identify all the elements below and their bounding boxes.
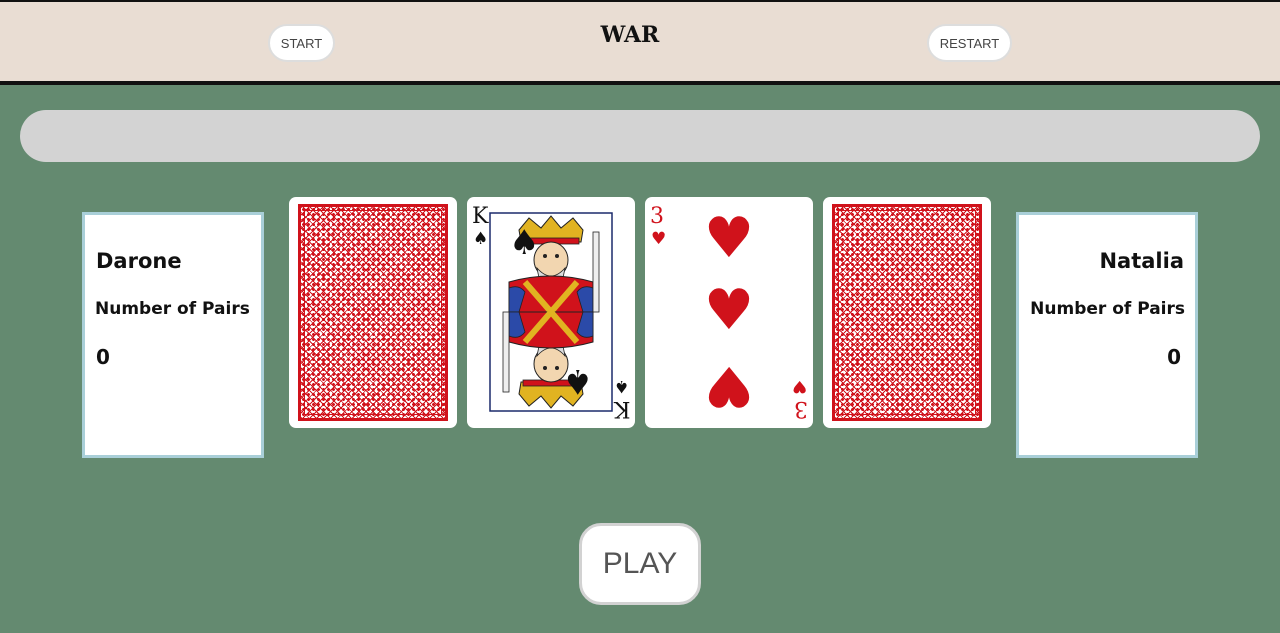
player-name: Darone (96, 249, 182, 273)
card-rank: K (613, 396, 630, 421)
card-rank: K (472, 204, 489, 229)
heart-pip-icon: ♥ (703, 206, 755, 271)
pairs-count: 0 (1167, 345, 1181, 369)
message-bar (20, 110, 1260, 162)
left-played-card-king-of-spades: K ♠ ♠ ♠ ♠ K (467, 197, 635, 428)
heart-pip-icon: ♥ (703, 353, 755, 418)
spade-icon: ♠ (473, 229, 489, 249)
heart-icon: ♥ (791, 376, 807, 396)
card-rank: 3 (650, 204, 664, 229)
right-deck-card-back[interactable] (823, 197, 991, 428)
heart-pip-icon: ♥ (703, 278, 755, 343)
right-played-card-three-of-hearts: 3 ♥ ♥ ♥ ♥ ♥ 3 (645, 197, 813, 428)
card-back-pattern (832, 204, 982, 421)
player-panel-right: Natalia Number of Pairs 0 (1016, 212, 1198, 458)
card-rank: 3 (794, 396, 808, 421)
card-back-pattern (298, 204, 448, 421)
svg-text:♠: ♠ (563, 361, 593, 401)
heart-icon: ♥ (651, 229, 667, 249)
king-face-illustration: ♠ ♠ (489, 212, 613, 412)
player-name: Natalia (1099, 249, 1184, 273)
restart-button[interactable]: RESTART (927, 24, 1012, 62)
spade-icon: ♠ (613, 376, 629, 396)
game-title: WAR (600, 22, 660, 48)
header-bar: START WAR RESTART (0, 0, 1280, 85)
left-deck-card-back[interactable] (289, 197, 457, 428)
svg-text:♠: ♠ (509, 223, 539, 263)
pairs-count: 0 (96, 345, 110, 369)
play-button[interactable]: PLAY (579, 523, 701, 605)
pairs-label: Number of Pairs (1030, 299, 1185, 319)
pairs-label: Number of Pairs (95, 299, 250, 319)
player-panel-left: Darone Number of Pairs 0 (82, 212, 264, 458)
